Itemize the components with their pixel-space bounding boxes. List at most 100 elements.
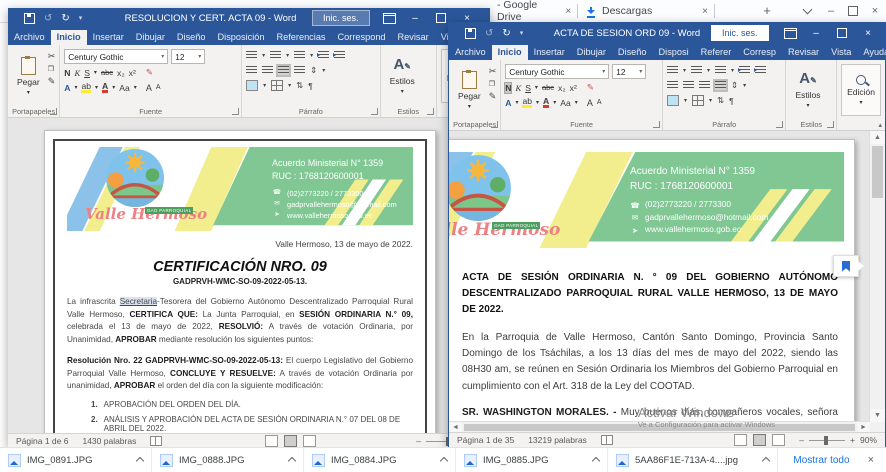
align-right-button[interactable] <box>699 81 710 90</box>
dialog-launcher-icon[interactable] <box>427 108 434 115</box>
scroll-up-icon[interactable]: ▲ <box>870 131 885 144</box>
vertical-scrollbar[interactable]: ▲ ▼ <box>869 131 885 422</box>
bold-button[interactable]: N <box>64 68 70 78</box>
line-spacing-button[interactable]: ⇕ <box>310 65 317 76</box>
chevron-up-icon[interactable] <box>136 457 144 465</box>
phonetic-guide-icon[interactable]: ✎ <box>587 82 594 93</box>
zoom-in-icon[interactable]: + <box>850 435 855 445</box>
styles-button[interactable]: A✎ Estilos▾ <box>790 64 825 116</box>
close-downloads-bar-icon[interactable]: × <box>864 454 886 466</box>
align-center-button[interactable] <box>683 81 694 90</box>
numbering-button[interactable] <box>691 66 702 75</box>
undo-icon[interactable]: ↺ <box>44 13 52 24</box>
download-item[interactable]: IMG_0885.JPG <box>456 448 608 472</box>
tab-archivo[interactable]: Archivo <box>8 30 51 45</box>
phonetic-guide-icon[interactable]: ✎ <box>146 67 153 78</box>
change-case-button[interactable]: Aa <box>119 83 130 93</box>
web-layout-icon[interactable] <box>303 435 316 447</box>
paste-button[interactable]: Pegar▾ <box>453 64 486 116</box>
grow-font-button[interactable]: A <box>587 98 593 108</box>
tab-inicio[interactable]: Inicio <box>51 30 87 45</box>
align-left-button[interactable] <box>246 66 257 75</box>
redo-icon[interactable]: ↻ <box>502 28 510 39</box>
download-item[interactable]: IMG_0891.JPG <box>0 448 152 472</box>
format-painter-icon[interactable]: ✎ <box>48 76 56 87</box>
font-size-combo[interactable]: 12▾ <box>612 64 646 79</box>
redo-icon[interactable]: ↻ <box>61 13 69 24</box>
word-window-acta[interactable]: ↺ ↻ ▾ ACTA DE SESION ORD 09 - Word Inic.… <box>448 22 886 448</box>
tab-correspondencia[interactable]: Correspond <box>332 30 392 45</box>
tab-disposicion[interactable]: Disposi <box>653 45 695 60</box>
copy-icon[interactable]: ❐ <box>489 80 497 88</box>
cut-icon[interactable]: ✂ <box>48 51 56 62</box>
font-name-combo[interactable]: Century Gothic▾ <box>505 64 609 79</box>
tab-referencias[interactable]: Referer <box>695 45 738 60</box>
tab-archivo[interactable]: Archivo <box>449 45 492 60</box>
tab-insertar[interactable]: Insertar <box>87 30 130 45</box>
zoom-percentage[interactable]: 90% <box>860 435 877 445</box>
ribbon-display-options-icon[interactable] <box>777 23 803 43</box>
tab-referencias[interactable]: Referencias <box>271 30 332 45</box>
read-mode-icon[interactable] <box>734 434 747 446</box>
font-name-combo[interactable]: Century Gothic▾ <box>64 49 168 64</box>
shrink-font-button[interactable]: A <box>597 99 602 106</box>
tab-revisar[interactable]: Revisar <box>782 45 825 60</box>
proofing-icon[interactable] <box>601 435 613 445</box>
multilevel-list-button[interactable] <box>294 51 305 60</box>
sign-in-button[interactable]: Inic. ses. <box>312 10 370 26</box>
paste-button[interactable]: Pegar▾ <box>12 49 45 103</box>
shrink-font-button[interactable]: A <box>156 84 161 91</box>
increase-indent-button[interactable] <box>334 51 345 60</box>
customize-qat-icon[interactable]: ▾ <box>79 14 83 22</box>
line-spacing-button[interactable]: ⇕ <box>731 80 738 91</box>
page-indicator[interactable]: Página 1 de 6 <box>16 436 68 446</box>
save-icon[interactable] <box>24 13 35 24</box>
text-effects-button[interactable]: A <box>505 98 511 108</box>
download-item[interactable]: 5AA86F1E-713A-4....jpg <box>608 448 778 472</box>
certificate-page[interactable]: Valle Hermoso GAD PARROQUIAL Acuerdo Min… <box>44 130 436 434</box>
print-layout-icon[interactable] <box>753 434 766 446</box>
web-layout-icon[interactable] <box>772 434 785 446</box>
word-count[interactable]: 1430 palabras <box>82 436 136 446</box>
chevron-up-icon[interactable] <box>592 457 600 465</box>
title-bar[interactable]: ↺ ↻ ▾ RESOLUCION Y CERT. ACTA 09 - Word … <box>8 8 490 28</box>
download-item[interactable]: IMG_0888.JPG <box>152 448 304 472</box>
highlight-color-button[interactable]: ab <box>522 97 532 108</box>
tab-close-icon[interactable]: × <box>562 6 575 17</box>
maximize-button[interactable] <box>829 23 855 43</box>
decrease-indent-button[interactable] <box>739 66 750 75</box>
superscript-button[interactable]: x² <box>570 83 577 93</box>
dialog-launcher-icon[interactable] <box>232 108 239 115</box>
strikethrough-button[interactable]: abc <box>101 68 113 77</box>
word-count[interactable]: 13219 palabras <box>528 435 587 445</box>
justify-button[interactable] <box>715 81 726 90</box>
tab-diseno[interactable]: Diseño <box>171 30 212 45</box>
font-size-combo[interactable]: 12▾ <box>171 49 205 64</box>
copy-icon[interactable]: ❐ <box>48 65 56 73</box>
close-button[interactable]: × <box>855 23 881 43</box>
show-marks-button[interactable]: ¶ <box>729 96 734 106</box>
decrease-indent-button[interactable] <box>318 51 329 60</box>
scroll-down-icon[interactable]: ▼ <box>870 409 885 422</box>
tab-ayuda[interactable]: Ayuda <box>857 45 886 60</box>
tab-descargas[interactable]: Descargas × <box>578 0 712 22</box>
underline-button[interactable]: S <box>84 68 90 78</box>
tab-diseno[interactable]: Diseño <box>612 45 653 60</box>
styles-button[interactable]: A✎ Estilos▾ <box>385 49 420 103</box>
chevron-up-icon[interactable] <box>288 457 296 465</box>
zoom-slider-thumb[interactable] <box>824 436 828 445</box>
tab-vista[interactable]: Vista <box>825 45 857 60</box>
sort-button[interactable]: ⇅ <box>296 80 303 91</box>
borders-button[interactable] <box>692 95 704 106</box>
ribbon-display-options-icon[interactable] <box>376 8 402 28</box>
tab-close-icon[interactable]: × <box>698 6 712 17</box>
font-color-button[interactable]: A <box>543 97 549 108</box>
sign-in-button[interactable]: Inic. ses. <box>711 25 769 41</box>
acta-page[interactable]: Valle Hermoso GAD PARROQUIAL Acuerdo Min… <box>449 139 855 433</box>
zoom-slider[interactable] <box>809 440 845 441</box>
zoom-control[interactable]: – + 90% <box>799 435 877 445</box>
tab-correspondencia[interactable]: Corresp <box>737 45 782 60</box>
zoom-out-icon[interactable]: – <box>799 435 804 445</box>
shading-button[interactable] <box>667 95 679 106</box>
bullets-button[interactable] <box>667 66 678 75</box>
